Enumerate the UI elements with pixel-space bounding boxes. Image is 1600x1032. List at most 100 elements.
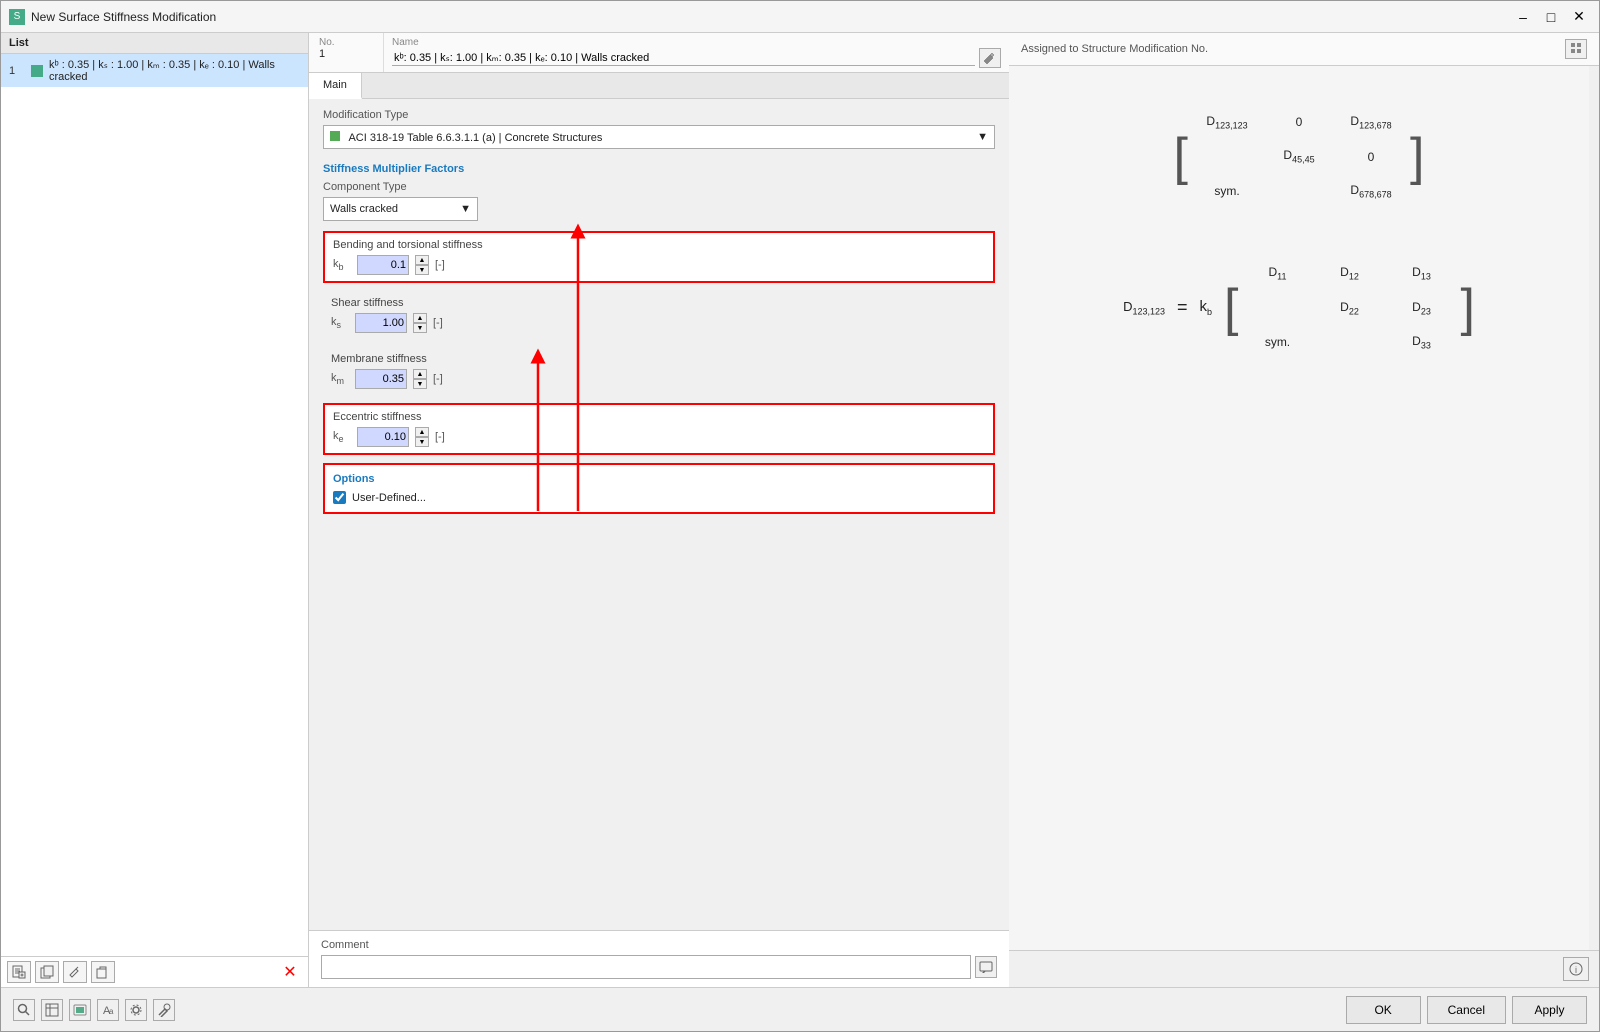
membrane-input[interactable] [355,369,407,389]
eccentric-spin-down[interactable]: ▼ [415,437,429,447]
user-defined-checkbox[interactable] [333,491,346,504]
eccentric-input[interactable] [357,427,409,447]
m1r1c1: D123,123 [1200,114,1254,130]
matrix2-row1: D11 D12 D13 [1244,261,1454,285]
filter-icon: Aa [101,1003,115,1017]
list-item-label: kᵇ : 0.35 | kₛ : 1.00 | kₘ : 0.35 | kₑ :… [49,58,300,83]
cancel-button[interactable]: Cancel [1427,996,1506,1024]
apply-button[interactable]: Apply [1512,996,1587,1024]
copy-button[interactable] [35,961,59,983]
delete-button[interactable]: ✕ [278,961,302,983]
window-title: New Surface Stiffness Modification [31,10,1511,24]
eccentric-key: ke [333,430,353,444]
matrix1-container: [ D123,123 0 D123,678 D45,45 [1174,106,1425,207]
green-square-icon [330,131,340,141]
stiffness-section: Stiffness Multiplier Factors Component T… [323,163,995,514]
component-chevron-icon: ▼ [460,203,471,215]
bending-key: kb [333,258,353,272]
shear-input[interactable] [355,313,407,333]
matrix1-content: D123,123 0 D123,678 D45,45 0 [1188,106,1410,207]
stiffness-inputs-container: Bending and torsional stiffness kb ▲ ▼ [… [323,231,995,455]
bottom-bar: Aa OK Cancel Apply [1,987,1599,1031]
no-name-header: No. 1 Name [309,33,1009,73]
user-defined-label[interactable]: User-Defined... [352,492,426,504]
title-bar: S New Surface Stiffness Modification – □… [1,1,1599,33]
name-edit-button[interactable] [979,48,1001,68]
bending-spinner: ▲ ▼ [415,255,429,275]
edit-icon [68,965,82,979]
matrix-area: [ D123,123 0 D123,678 D45,45 [1009,66,1589,950]
table-button[interactable] [41,999,63,1021]
membrane-spin-down[interactable]: ▼ [413,379,427,389]
no-value: 1 [319,48,373,60]
membrane-spin-up[interactable]: ▲ [413,369,427,379]
matrix2-bracket: [ D11 D12 D13 D22 D23 [1224,257,1475,358]
tab-main[interactable]: Main [309,73,362,99]
shear-spin-down[interactable]: ▼ [413,323,427,333]
membrane-spinner: ▲ ▼ [413,369,427,389]
edit-button[interactable] [63,961,87,983]
view-button[interactable] [69,999,91,1021]
no-section: No. 1 [309,33,384,72]
matrix1-row1: D123,123 0 D123,678 [1194,110,1404,134]
m1r2c3: 0 [1344,150,1398,164]
search-button[interactable] [13,999,35,1021]
name-input[interactable] [392,51,975,66]
left-bracket-1: [ [1174,106,1188,207]
stiffness-title: Stiffness Multiplier Factors [323,163,995,175]
assigned-button[interactable] [1565,39,1587,59]
component-type-select[interactable]: Walls cracked ▼ [323,197,478,221]
matrix2-lhs: D123,123 [1123,299,1165,317]
bending-input[interactable] [357,255,409,275]
center-right-wrapper: No. 1 Name Main [309,33,1599,987]
shear-stiffness-box: Shear stiffness ks ▲ ▼ [-] [323,291,995,339]
matrix1-row3: sym. D678,678 [1194,179,1404,203]
component-type-section: Component Type Walls cracked ▼ [323,181,995,221]
tools-button[interactable] [153,999,175,1021]
m2r3c1: sym. [1250,335,1304,349]
comment-button[interactable] [975,956,997,978]
assigned-header: Assigned to Structure Modification No. [1009,33,1599,66]
paste-icon [96,965,110,979]
kb-factor: kb [1200,298,1213,317]
eccentric-stiffness-box: Eccentric stiffness ke ▲ ▼ [-] [323,403,995,455]
eccentric-unit: [-] [435,431,445,443]
m2r2c2: D22 [1322,300,1376,316]
tools-icon [157,1003,171,1017]
form-area: Modification Type ACI 318-19 Table 6.6.3… [309,99,1009,930]
eccentric-spinner: ▲ ▼ [415,427,429,447]
filter-button[interactable]: Aa [97,999,119,1021]
comment-input[interactable] [321,955,971,979]
info-button[interactable]: i [1563,957,1589,981]
svg-text:a: a [109,1007,114,1016]
info-icon: i [1569,962,1583,976]
bending-spin-down[interactable]: ▼ [415,265,429,275]
minimize-button[interactable]: – [1511,5,1535,29]
shear-spin-up[interactable]: ▲ [413,313,427,323]
component-type-value: Walls cracked [330,203,398,215]
shear-row: ks ▲ ▼ [-] [331,313,987,333]
close-button[interactable]: ✕ [1567,5,1591,29]
table-icon [45,1003,59,1017]
bending-title: Bending and torsional stiffness [333,239,985,251]
eccentric-spin-up[interactable]: ▲ [415,427,429,437]
modification-type-select[interactable]: ACI 318-19 Table 6.6.3.1.1 (a) | Concret… [323,125,995,149]
new-icon [12,965,26,979]
maximize-button[interactable]: □ [1539,5,1563,29]
list-header: List [1,33,308,54]
name-label: Name [392,37,1001,48]
shear-key: ks [331,316,351,330]
left-bracket-2: [ [1224,257,1238,358]
matrix2-row3: sym. D33 [1244,330,1454,354]
settings-button[interactable] [125,999,147,1021]
new-button[interactable] [7,961,31,983]
membrane-stiffness-box: Membrane stiffness km ▲ ▼ [-] [323,347,995,395]
paste-button[interactable] [91,961,115,983]
bending-spin-up[interactable]: ▲ [415,255,429,265]
user-defined-row: User-Defined... [333,491,985,504]
view-icon [73,1003,87,1017]
m2r1c3: D13 [1394,265,1448,281]
ok-button[interactable]: OK [1346,996,1421,1024]
bending-stiffness-box: Bending and torsional stiffness kb ▲ ▼ [… [323,231,995,283]
list-item[interactable]: 1 kᵇ : 0.35 | kₛ : 1.00 | kₘ : 0.35 | kₑ… [1,54,308,87]
